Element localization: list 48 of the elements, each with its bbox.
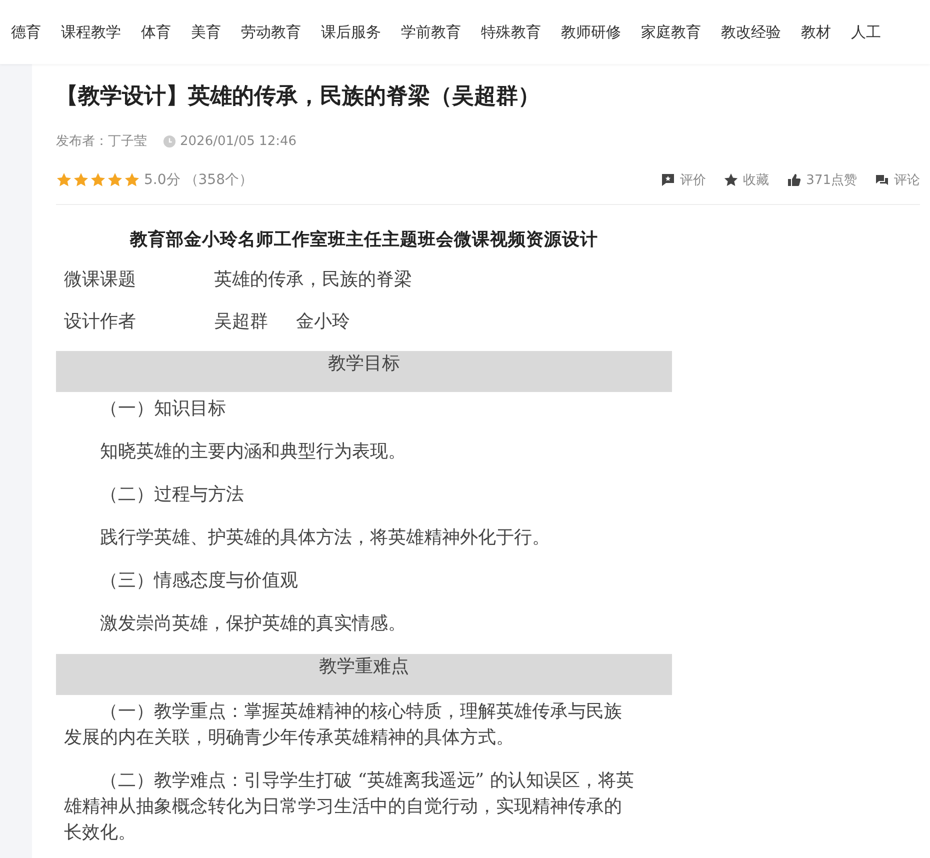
- document-heading: 教育部金小玲名师工作室班主任主题班会微课视频资源设计: [128, 228, 599, 252]
- paragraph: （三）情感态度与价值观: [99, 569, 299, 593]
- favorite-button[interactable]: 收藏: [724, 171, 770, 189]
- review-button[interactable]: 评价: [661, 171, 706, 189]
- star-icon: [56, 172, 72, 188]
- rating-score: 5.0分: [144, 171, 180, 189]
- thumbs-up-icon: [787, 173, 802, 187]
- nav-link[interactable]: 特殊教育: [481, 22, 541, 42]
- nav-link[interactable]: 课后服务: [321, 22, 381, 42]
- field-value: 吴超群: [214, 310, 268, 334]
- section-heading: 教学重难点: [56, 654, 672, 695]
- clock-icon: [163, 134, 176, 148]
- star-icon: [90, 172, 106, 188]
- nav-link[interactable]: 美育: [191, 22, 221, 42]
- star-icon: [124, 172, 140, 188]
- field-value: 英雄的传承，民族的脊梁: [214, 268, 412, 292]
- paragraph: （一）教学重点：掌握英雄精神的核心特质，理解英雄传承与民族发展的内在关联，明确青少年传承英雄精神的具体方式。: [63, 700, 623, 750]
- rating-count: （358个）: [184, 171, 253, 189]
- paragraph: （二）教学难点：引导学生打破 “英雄离我遥远” 的认知误区，将英雄精神从抽象概念转化为日常学习生活中的自觉行动，实现精神传承的长效化。: [63, 769, 635, 845]
- comment-icon: [661, 173, 676, 187]
- nav-link[interactable]: 劳动教育: [241, 22, 301, 42]
- nav-link[interactable]: 学前教育: [401, 22, 461, 42]
- publisher-text: 发布者：丁子莹: [56, 133, 147, 150]
- field-value: 金小玲: [296, 310, 350, 334]
- paragraph: 践行学英雄、护英雄的具体方法，将英雄精神外化于行。: [99, 526, 551, 550]
- nav-link[interactable]: 人工: [851, 22, 881, 42]
- article-title: 【教学设计】英雄的传承，民族的脊梁（吴超群）: [56, 82, 541, 111]
- paragraph: 知晓英雄的主要内涵和典型行为表现。: [99, 440, 407, 464]
- field-label: 设计作者: [64, 310, 137, 334]
- nav-link[interactable]: 家庭教育: [641, 22, 701, 42]
- star-icon: [107, 172, 123, 188]
- paragraph: （一）知识目标: [99, 397, 227, 421]
- chat-icon: [875, 173, 889, 187]
- star-icon: [73, 172, 89, 188]
- section-heading: 教学目标: [56, 351, 672, 392]
- paragraph: 激发崇尚英雄，保护英雄的真实情感。: [99, 612, 407, 636]
- like-button[interactable]: 371点赞: [787, 171, 857, 189]
- nav-link[interactable]: 教材: [801, 22, 831, 42]
- nav-link[interactable]: 体育: [141, 22, 171, 42]
- comment-button[interactable]: 评论: [875, 171, 920, 189]
- paragraph: （二）过程与方法: [99, 483, 245, 507]
- nav-link[interactable]: 教师研修: [561, 22, 621, 42]
- nav-link[interactable]: 课程教学: [61, 22, 121, 42]
- field-label: 微课课题: [64, 268, 137, 292]
- nav-link[interactable]: 教改经验: [721, 22, 781, 42]
- star-icon: [724, 173, 738, 187]
- nav-link[interactable]: 德育: [11, 22, 41, 42]
- publish-time: 2026/01/05 12:46: [180, 134, 297, 148]
